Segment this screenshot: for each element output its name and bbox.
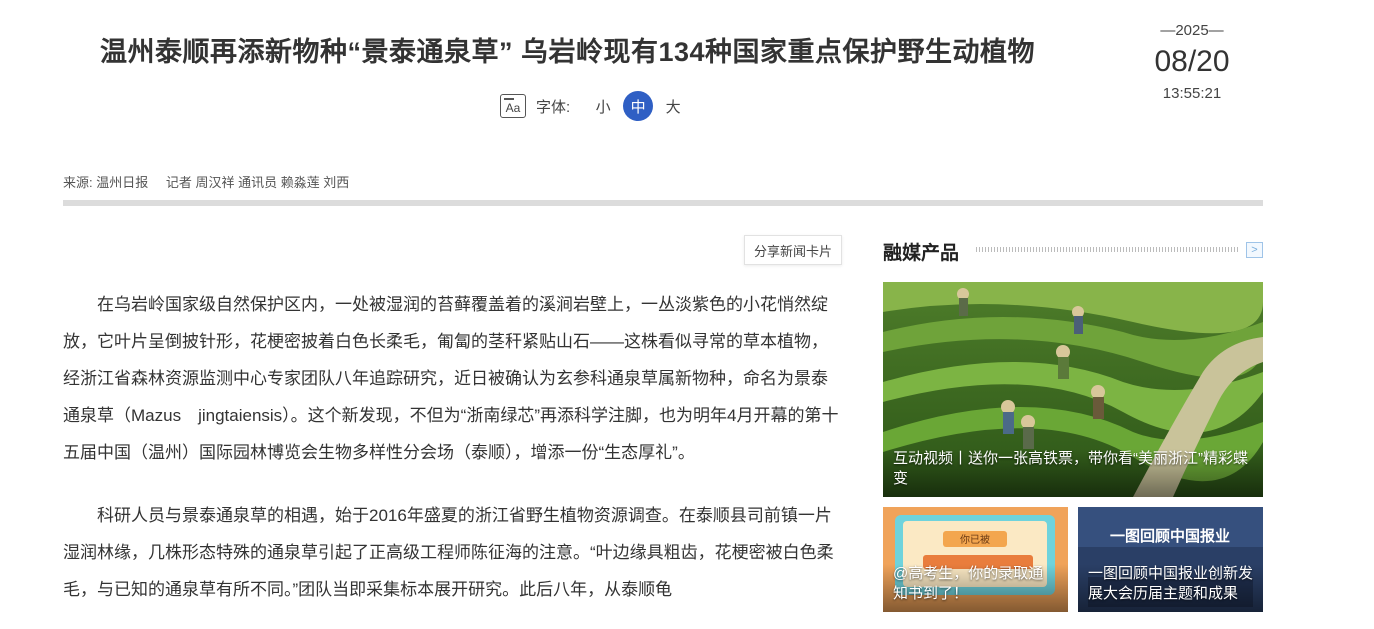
article-body: 在乌岩岭国家级自然保护区内，一处被湿润的苔藓覆盖着的溪涧岩壁上，一丛淡紫色的小花… <box>63 286 843 629</box>
admission-image-text: 你已被 <box>960 533 990 546</box>
header-divider <box>63 200 1263 206</box>
share-card-button[interactable]: 分享新闻卡片 <box>744 235 842 265</box>
source-label: 来源: 温州日报 <box>63 175 149 190</box>
font-size-medium-button[interactable]: 中 <box>623 91 654 121</box>
source-authors: 记者 周汉祥 通讯员 赖淼莲 刘西 <box>165 175 350 190</box>
media-card-newspaper[interactable]: 一图回顾中国报业 一图回顾中国报业创新发展大会历届主题和成果 <box>1078 507 1263 612</box>
media-card-admission[interactable]: 你已被 @高考生，你的录取通知书到了！ <box>883 507 1068 612</box>
media-card-caption: @高考生，你的录取通知书到了！ <box>883 564 1068 612</box>
font-size-large-button[interactable]: 大 <box>658 91 688 121</box>
newspaper-image-text: 一图回顾中国报业 <box>1110 527 1230 545</box>
font-size-control: Aa 字体: 小 中 大 <box>500 90 693 122</box>
sidebar-title: 融媒产品 <box>883 243 960 264</box>
article-paragraph: 科研人员与景泰通泉草的相遇，始于2016年盛夏的浙江省野生植物资源调查。在泰顺县… <box>63 506 834 599</box>
media-card-caption: 互动视频丨送你一张高铁票，带你看“美丽浙江”精彩蝶变 <box>883 449 1263 497</box>
publish-month-day: 08/20 <box>1154 45 1230 78</box>
media-card-video[interactable]: 互动视频丨送你一张高铁票，带你看“美丽浙江”精彩蝶变 <box>883 282 1263 497</box>
font-size-label: 字体: <box>536 98 571 116</box>
media-card-caption: 一图回顾中国报业创新发展大会历届主题和成果 <box>1078 564 1263 612</box>
font-size-icon: Aa <box>500 94 526 118</box>
publish-year: —2025— <box>1160 22 1224 39</box>
article-source: 来源: 温州日报 记者 周汉祥 通讯员 赖淼莲 刘西 <box>63 172 363 191</box>
publish-time: 13:55:21 <box>1162 85 1222 102</box>
article-paragraph: 在乌岩岭国家级自然保护区内，一处被湿润的苔藓覆盖着的溪涧岩壁上，一丛淡紫色的小花… <box>63 295 839 462</box>
font-size-small-button[interactable]: 小 <box>588 91 618 121</box>
publish-date: —2025— 08/20 13:55:21 <box>1140 22 1244 102</box>
article-title: 温州泰顺再添新物种“景泰通泉草” 乌岩岭现有134种国家重点保护野生动植物 <box>100 37 1036 67</box>
sidebar-title-rule <box>976 247 1239 252</box>
more-arrow-icon[interactable]: > <box>1246 242 1263 258</box>
